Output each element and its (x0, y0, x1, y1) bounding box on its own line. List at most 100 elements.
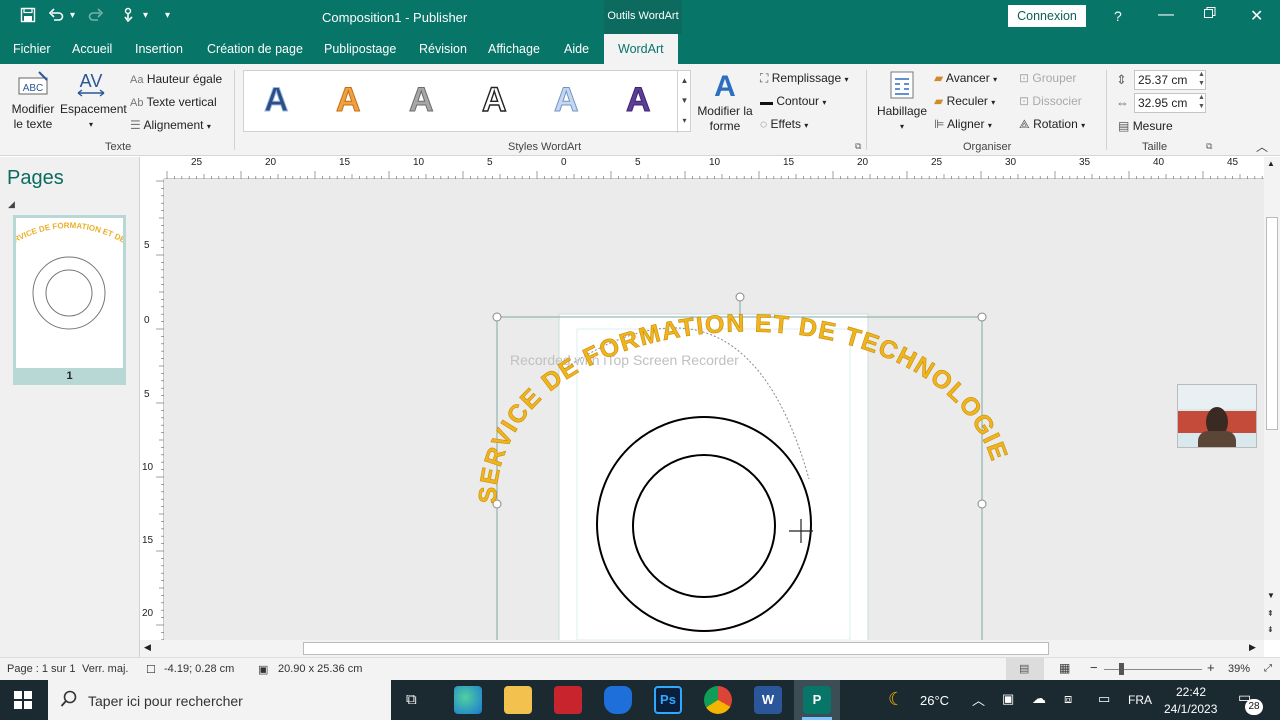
undo-icon[interactable] (48, 7, 64, 27)
show-hidden-icons-icon[interactable]: ︿ (972, 690, 985, 709)
align-icon: ⊫ (934, 117, 945, 131)
page-up-icon[interactable]: ⇞ (1267, 609, 1274, 618)
width-spinner-icon[interactable]: ▲ ▼ (1198, 93, 1205, 111)
tab-publipostage[interactable]: Publipostage (324, 42, 396, 56)
zoom-in-button[interactable]: + (1207, 660, 1215, 675)
tab-aide[interactable]: Aide (564, 42, 589, 56)
wordart-styles-gallery[interactable]: A A A A A A ▲ ▼ ▾ (243, 70, 691, 133)
onedrive-cloud-icon[interactable]: ☁ (1032, 690, 1046, 707)
vertical-scrollbar[interactable]: ▲ ▼ ⇞ ⇟ (1264, 157, 1280, 640)
publisher-taskbar-button[interactable]: P (794, 680, 840, 720)
wordart-style-purple[interactable]: A (626, 81, 652, 120)
group-button[interactable]: ⊡ Grouper (1019, 71, 1076, 85)
battery-icon[interactable]: ▭ (1098, 691, 1110, 707)
height-spinner-icon[interactable]: ▲ ▼ (1198, 70, 1205, 88)
security-shield-icon[interactable] (604, 686, 632, 714)
fit-page-icon[interactable]: ⤢ (1264, 663, 1272, 674)
resize-handle[interactable] (492, 312, 502, 322)
bring-forward-button[interactable]: ▰ Avancer ▾ (934, 71, 997, 85)
alignment-button[interactable]: ☰ Alignement ▾ (130, 118, 211, 132)
screen-recorder-icon[interactable] (554, 686, 582, 714)
tab-fichier[interactable]: Fichier (13, 42, 51, 56)
scroll-up-icon[interactable]: ▲ (1267, 159, 1275, 168)
minimize-button[interactable]: — (1158, 6, 1174, 24)
save-icon[interactable] (20, 7, 36, 27)
wrap-text-button[interactable]: Habillage ▾ (874, 70, 930, 134)
input-language[interactable]: FRA (1128, 693, 1152, 707)
clock-time[interactable]: 22:42 (1176, 685, 1206, 699)
ungroup-button[interactable]: ⊡ Dissocier (1019, 94, 1082, 108)
send-backward-button[interactable]: ▰ Reculer ▾ (934, 94, 995, 108)
touch-dropdown-icon[interactable]: ▾ (143, 10, 148, 21)
tab-affichage[interactable]: Affichage (488, 42, 540, 56)
clock-date[interactable]: 24/1/2023 (1164, 702, 1217, 716)
edge-icon[interactable] (454, 686, 482, 714)
document-canvas[interactable]: Recorded with iTop Screen Recorder SERVI… (164, 179, 1264, 640)
rotation-handle[interactable] (735, 292, 745, 302)
rotation-button[interactable]: ⟁ Rotation ▾ (1019, 117, 1085, 132)
meet-now-icon[interactable]: ▣ (1002, 691, 1014, 707)
zoom-slider-thumb[interactable] (1119, 663, 1124, 675)
resize-handle[interactable] (977, 312, 987, 322)
page-down-icon[interactable]: ⇟ (1267, 625, 1274, 634)
photoshop-icon[interactable]: Ps (654, 686, 682, 714)
status-size: 20.90 x 25.36 cm (278, 663, 363, 675)
windows-start-icon[interactable] (14, 691, 32, 712)
word-icon[interactable]: W (754, 686, 782, 714)
wordart-style-orange[interactable]: A (336, 81, 362, 120)
outline-button[interactable]: Contour ▾ (760, 94, 826, 108)
customize-toolbar-icon[interactable]: ▾ (165, 10, 170, 21)
tab-insertion[interactable]: Insertion (135, 42, 183, 56)
zoom-level[interactable]: 39% (1228, 663, 1250, 675)
wordart-style-blue[interactable]: A (264, 81, 290, 120)
align-button[interactable]: ⊫ Aligner ▾ (934, 117, 992, 131)
single-page-view-button[interactable]: ▤ (1006, 658, 1044, 681)
scroll-down-icon[interactable]: ▼ (1267, 591, 1275, 600)
weather-temperature[interactable]: 26°C (920, 693, 949, 708)
chrome-icon[interactable] (704, 686, 732, 714)
height-input[interactable]: 25.37 cm (1134, 70, 1206, 90)
collapse-ribbon-icon[interactable]: ︿ (1256, 138, 1268, 155)
zoom-out-button[interactable]: − (1090, 660, 1098, 675)
equal-height-button[interactable]: Aa Hauteur égale (130, 72, 222, 86)
two-page-view-icon[interactable]: ▦ (1059, 661, 1070, 675)
scroll-right-icon[interactable]: ▶ (1249, 642, 1256, 653)
measure-button[interactable]: ▤ Mesure (1118, 119, 1173, 133)
network-icon[interactable]: ⧈ (1064, 691, 1072, 707)
vertical-scroll-thumb[interactable] (1266, 217, 1278, 430)
vertical-text-button[interactable]: Ab Texte vertical (130, 95, 217, 109)
tab-wordart[interactable]: WordArt (604, 34, 678, 64)
wordart-style-gray[interactable]: A (409, 81, 435, 120)
spacing-button[interactable]: AV Espacement ▾ (60, 70, 127, 132)
gallery-scroll[interactable]: ▲ ▼ ▾ (677, 71, 691, 133)
size-dialog-launcher-icon[interactable]: ⧉ (1206, 141, 1212, 152)
help-button[interactable]: ? (1114, 8, 1122, 24)
edit-text-button[interactable]: ABC Modifier le texte (8, 70, 58, 132)
effects-button[interactable]: ◌ Effets ▾ (760, 117, 808, 131)
tab-accueil[interactable]: Accueil (72, 42, 112, 56)
restore-button[interactable] (1204, 6, 1216, 24)
styles-dialog-launcher-icon[interactable]: ⧉ (855, 141, 861, 152)
width-input[interactable]: 32.95 cm (1134, 93, 1206, 113)
fill-button[interactable]: ⛶ Remplissage ▾ (760, 71, 848, 86)
collapse-triangle-icon[interactable]: ◢ (8, 199, 15, 210)
close-button[interactable]: ✕ (1250, 6, 1263, 26)
effects-label: Effets (770, 117, 801, 131)
taskbar-search-box[interactable]: Taper ici pour rechercher (48, 680, 391, 720)
undo-dropdown-icon[interactable]: ▾ (70, 10, 75, 21)
wordart-style-outline[interactable]: A (481, 80, 507, 120)
resize-handle[interactable] (977, 499, 987, 509)
touch-mode-icon[interactable] (122, 7, 136, 27)
login-button[interactable]: Connexion (1008, 5, 1086, 27)
tab-creation-de-page[interactable]: Création de page (207, 42, 303, 56)
file-explorer-icon[interactable] (504, 686, 532, 714)
edit-shape-button[interactable]: A Modifier la forme (696, 70, 754, 134)
tab-revision[interactable]: Révision (419, 42, 467, 56)
wordart-style-light-blue[interactable]: A (554, 81, 580, 120)
horizontal-scroll-thumb[interactable] (303, 642, 1049, 655)
redo-icon[interactable] (88, 7, 104, 27)
scroll-left-icon[interactable]: ◀ (144, 642, 151, 653)
task-view-icon[interactable]: ⧉ (406, 691, 417, 708)
horizontal-scrollbar[interactable]: ◀ ▶ (140, 640, 1264, 657)
page-thumbnail[interactable]: SERVICE DE FORMATION ET DE TECHNOLOGIE 1 (13, 215, 126, 385)
